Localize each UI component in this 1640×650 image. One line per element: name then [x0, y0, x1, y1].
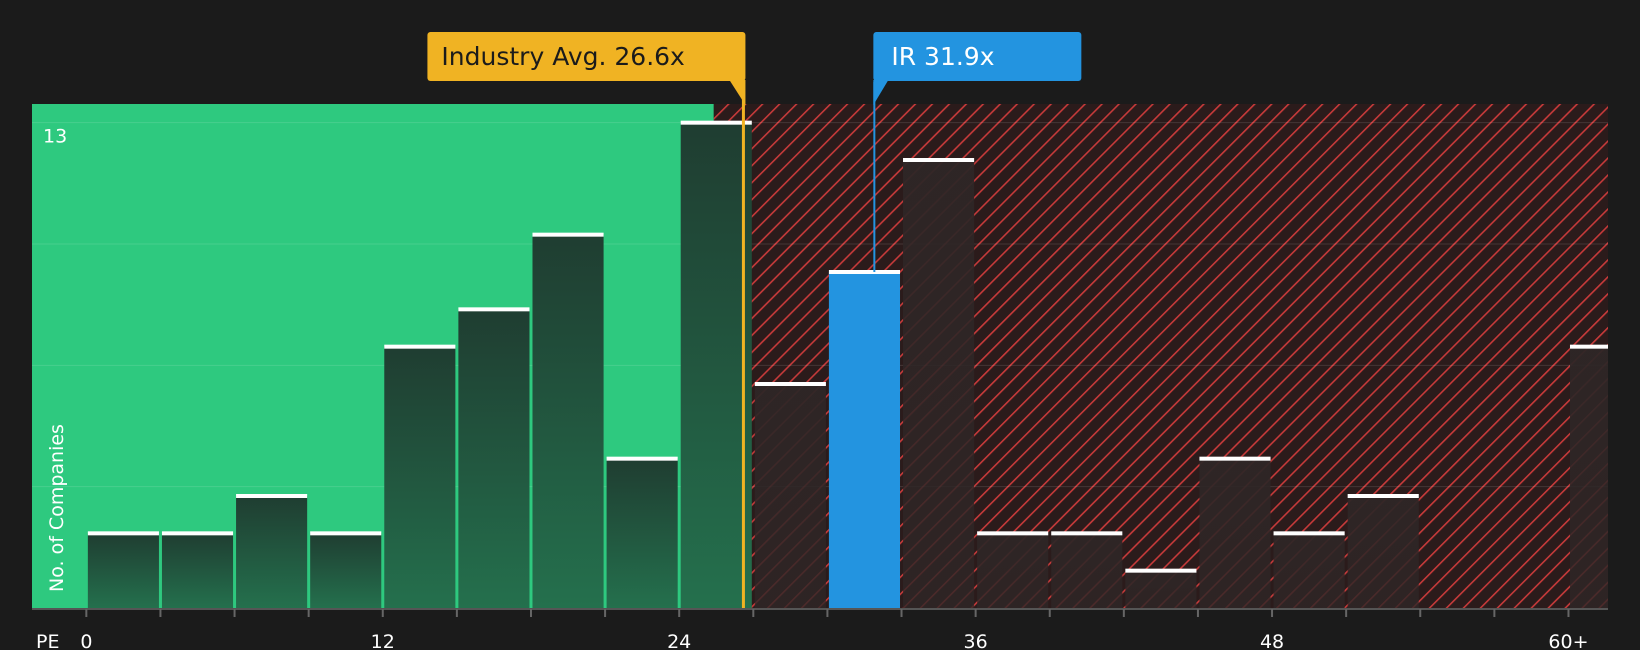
- industry-average-label: Industry Avg. 26.6x: [441, 42, 684, 71]
- bar-cap: [1569, 344, 1608, 349]
- histogram-bar: [1051, 533, 1123, 608]
- histogram-bar: [236, 496, 308, 608]
- bar-cap: [310, 531, 382, 536]
- bar-cap: [754, 382, 826, 386]
- histogram-bar: [828, 272, 901, 608]
- bar-cap: [236, 494, 308, 498]
- histogram-bar: [1125, 570, 1197, 608]
- histogram-bar: [1569, 346, 1608, 608]
- histogram-bar: [1347, 496, 1419, 608]
- x-tick-label: 12: [371, 631, 395, 650]
- histogram-bar: [532, 234, 604, 608]
- x-tick-label: 36: [964, 631, 988, 650]
- histogram-bar: [458, 309, 530, 608]
- y-axis-max-label: 13: [43, 126, 67, 148]
- bar-cap: [1273, 531, 1345, 536]
- histogram-bar: [680, 122, 752, 609]
- bar-cap: [828, 270, 901, 274]
- bar-cap: [161, 531, 234, 536]
- histogram-bar: [161, 533, 234, 608]
- bar-cap: [87, 531, 159, 536]
- bar-cap: [903, 158, 975, 162]
- histogram-bar: [384, 346, 456, 608]
- bar-cap: [1051, 531, 1123, 536]
- bar-cap: [384, 344, 456, 349]
- histogram-bar: [977, 533, 1049, 608]
- y-axis-title: No. of Companies: [46, 424, 68, 592]
- histogram-bar: [903, 160, 975, 608]
- histogram-bar: [606, 458, 678, 608]
- bar-cap: [680, 120, 752, 125]
- pe-distribution-chart: 0 12 24 36 48 60+ 13 No. of Companies PE Indu…: [0, 0, 1640, 650]
- histogram-bar: [754, 384, 826, 608]
- bar-cap: [532, 232, 604, 237]
- histogram-bar: [310, 533, 382, 608]
- bar-cap: [458, 307, 530, 312]
- bar-cap: [977, 531, 1049, 536]
- histogram-bar: [1273, 533, 1345, 608]
- bar-cap: [1125, 568, 1197, 573]
- x-tick-label: 0: [80, 631, 92, 650]
- bar-cap: [1347, 494, 1419, 498]
- histogram-bar: [87, 533, 159, 608]
- bar-cap: [606, 456, 678, 461]
- x-tick-label: 48: [1260, 631, 1284, 650]
- x-tick-label: 60+: [1548, 631, 1588, 650]
- histogram-bar: [1199, 458, 1271, 608]
- x-axis-title: PE: [36, 631, 59, 650]
- x-tick-label: 24: [667, 631, 691, 650]
- bar-cap: [1199, 456, 1271, 461]
- company-pe-label: IR 31.9x: [891, 42, 994, 71]
